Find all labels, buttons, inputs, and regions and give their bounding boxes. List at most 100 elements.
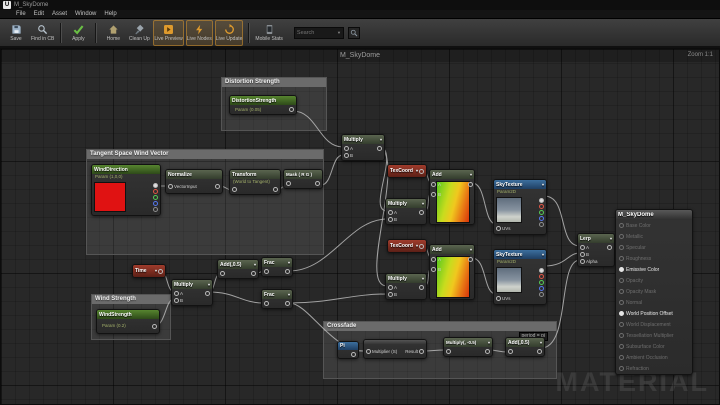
node-distortion-strength[interactable]: DistortionStrength Param (0.05) [229, 95, 297, 115]
node-transform-world-to-tangent[interactable]: Transform (World to Tangent) [229, 169, 281, 195]
node-multiply-neg-half[interactable]: Multiply(, -0.5) [443, 337, 493, 357]
output-pin[interactable] [289, 107, 294, 112]
live-update-toggle[interactable]: Live Update [215, 20, 244, 46]
output-pin[interactable] [419, 349, 424, 354]
input-pin-alpha[interactable] [580, 259, 585, 264]
input-pin-b[interactable] [388, 217, 393, 222]
home-button[interactable]: Home [101, 20, 125, 46]
input-pin-b[interactable] [344, 153, 349, 158]
apply-button[interactable]: Apply [66, 20, 90, 46]
output-pin[interactable] [468, 257, 473, 262]
node-add-half-2[interactable]: Add(,0.5) [505, 337, 545, 357]
output-pin-rgb[interactable] [539, 198, 544, 203]
material-pin[interactable] [619, 311, 624, 316]
input-pin-a[interactable] [580, 245, 585, 250]
output-pin[interactable] [468, 182, 473, 187]
material-pin[interactable] [619, 256, 624, 261]
input-pin-uvs[interactable] [496, 226, 501, 231]
input-pin-b[interactable] [174, 298, 179, 303]
output-pin-r[interactable] [153, 189, 158, 194]
input-pin-a[interactable] [388, 210, 393, 215]
output-pin[interactable] [158, 269, 163, 274]
clean-up-button[interactable]: Clean Up [127, 20, 151, 46]
input-pin[interactable] [232, 187, 237, 192]
node-frac-1[interactable]: Frac [261, 257, 293, 277]
input-pin-a[interactable] [388, 285, 393, 290]
comment-title[interactable]: Wind Strength [92, 295, 170, 304]
input-pin-b[interactable] [431, 267, 436, 272]
output-pin-b[interactable] [539, 286, 544, 291]
output-pin[interactable] [419, 210, 424, 215]
input-pin[interactable] [264, 269, 269, 274]
output-pin-a[interactable] [539, 222, 544, 227]
output-pin-a[interactable] [153, 207, 158, 212]
node-multiply-4[interactable]: Multiply A B [171, 279, 213, 306]
node-add-2[interactable]: Add A B [429, 244, 475, 300]
output-pin[interactable] [285, 269, 290, 274]
output-pin[interactable] [251, 271, 256, 276]
live-preview-toggle[interactable]: Live Preview [153, 20, 183, 46]
node-add-half-1[interactable]: Add(,0.5) [217, 259, 259, 279]
material-pin[interactable] [619, 234, 624, 239]
node-multiply-1[interactable]: Multiply A B [341, 134, 385, 161]
node-texcoord-1[interactable]: TexCoord [387, 164, 427, 178]
menu-edit[interactable]: Edit [34, 11, 44, 17]
output-pin[interactable] [537, 349, 542, 354]
input-pin[interactable] [168, 184, 173, 189]
node-texcoord-2[interactable]: TexCoord [387, 239, 427, 253]
material-pin[interactable] [619, 344, 624, 349]
output-pin[interactable] [377, 146, 382, 151]
output-pin[interactable] [419, 244, 424, 249]
material-pin[interactable] [619, 355, 624, 360]
node-sine-function[interactable]: Multiplier (S) Result [363, 339, 427, 359]
node-multiply-2[interactable]: Multiply A B [385, 198, 427, 225]
node-add-1[interactable]: Add A B [429, 169, 475, 225]
input-pin-a[interactable] [431, 257, 436, 262]
search-input[interactable] [297, 30, 336, 36]
material-pin[interactable] [619, 333, 624, 338]
output-pin[interactable] [273, 187, 278, 192]
mobile-stats-button[interactable]: Mobile Stats [254, 20, 284, 46]
node-normalize[interactable]: Normalize VectorInput [165, 169, 223, 194]
output-pin[interactable] [419, 169, 424, 174]
output-pin-r[interactable] [539, 204, 544, 209]
output-pin-a[interactable] [539, 292, 544, 297]
node-multiply-3[interactable]: Multiply A B [385, 273, 427, 300]
output-pin-g[interactable] [539, 280, 544, 285]
input-pin-b[interactable] [431, 192, 436, 197]
output-pin[interactable] [419, 285, 424, 290]
node-material-output[interactable]: M_SkyDome Base Color Metallic Specular R… [615, 209, 693, 375]
comment-title[interactable]: Tangent Space Wind Vector [87, 150, 323, 159]
node-sky-texture-1[interactable]: SkyTexture Param2D UVs [493, 179, 547, 235]
find-in-cb-button[interactable]: Find in CB [30, 20, 55, 46]
node-wind-direction[interactable]: WindDirection Param (1,0,0) [91, 164, 161, 216]
node-time[interactable]: Time [132, 264, 166, 278]
material-pin[interactable] [619, 300, 624, 305]
input-pin-a[interactable] [174, 291, 179, 296]
material-pin[interactable] [619, 223, 624, 228]
material-pin[interactable] [619, 366, 624, 371]
menu-asset[interactable]: Asset [52, 11, 67, 17]
node-sky-texture-2[interactable]: SkyTexture Param2D UVs [493, 249, 547, 305]
chevron-down-icon[interactable]: ▼ [337, 30, 341, 35]
live-nodes-toggle[interactable]: Live Nodes [186, 20, 213, 46]
save-button[interactable]: Save [4, 20, 28, 46]
comment-title[interactable]: Distortion Strength [222, 78, 326, 87]
output-pin[interactable] [205, 291, 210, 296]
input-pin[interactable] [220, 271, 225, 276]
output-pin-g[interactable] [539, 210, 544, 215]
node-frac-2[interactable]: Frac [261, 289, 293, 309]
input-pin-a[interactable] [431, 182, 436, 187]
material-pin[interactable] [619, 278, 624, 283]
title-bar[interactable]: U M_SkyDome [0, 0, 720, 10]
output-pin-b[interactable] [153, 201, 158, 206]
comment-title[interactable]: Crossfade [324, 322, 556, 331]
output-pin-r[interactable] [539, 274, 544, 279]
output-pin-g[interactable] [153, 195, 158, 200]
material-pin[interactable] [619, 245, 624, 250]
node-mask-rg[interactable]: Mask ( R G ) [283, 169, 323, 189]
output-pin-rgb[interactable] [153, 183, 158, 188]
output-pin[interactable] [215, 184, 220, 189]
input-pin-b[interactable] [580, 252, 585, 257]
output-pin[interactable] [315, 181, 320, 186]
